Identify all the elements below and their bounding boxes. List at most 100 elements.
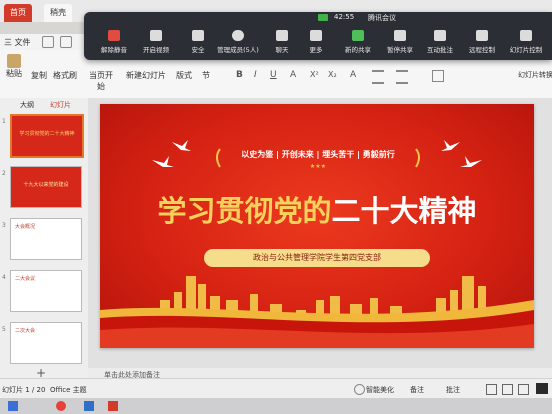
subscript-icon[interactable]: X₂ bbox=[328, 70, 337, 79]
copy-label: 复制 bbox=[31, 71, 47, 80]
bold-icon[interactable]: B bbox=[236, 70, 243, 80]
new-slide-button[interactable]: 新建幻灯片 bbox=[124, 70, 168, 81]
slide-number: 3 bbox=[2, 222, 6, 229]
paste-button[interactable]: 粘贴 bbox=[4, 54, 24, 79]
laurel-left-icon bbox=[216, 148, 221, 168]
slogan-item: 埋头苦干 bbox=[322, 150, 355, 159]
reading-view-icon[interactable] bbox=[518, 384, 529, 395]
security-button[interactable]: 安全 bbox=[178, 30, 218, 54]
chat-icon bbox=[276, 30, 288, 41]
slide-title: 学习贯彻党的二十大精神 bbox=[130, 188, 504, 230]
italic-icon[interactable]: I bbox=[254, 70, 257, 80]
line-spacing-icon[interactable] bbox=[396, 70, 408, 84]
slide-control-button[interactable]: 幻灯片控制 bbox=[504, 30, 548, 54]
current-slide[interactable]: 以史为鉴 | 开创未来 | 埋头苦干 | 勇毅前行 ★★★ 学习贯彻党的二十大精… bbox=[100, 104, 534, 348]
pause-share-button[interactable]: 暂停共享 bbox=[380, 30, 420, 54]
tab-outline[interactable]: 大纲 bbox=[20, 100, 34, 110]
start-video-button[interactable]: 开启视频 bbox=[136, 30, 176, 54]
normal-view-icon[interactable] bbox=[486, 384, 497, 395]
tab-home[interactable]: 首页 bbox=[4, 4, 32, 22]
slide-thumbnail[interactable]: 学习贯彻党的二十大精神 bbox=[10, 114, 84, 158]
meeting-timer: 42:55 bbox=[334, 13, 355, 21]
share-icon bbox=[352, 30, 364, 41]
save-icon[interactable] bbox=[42, 36, 54, 48]
start-video-label: 开启视频 bbox=[143, 46, 169, 54]
title-part-white: 二十大精神 bbox=[331, 194, 477, 228]
thumbnail-title: 二次大会 bbox=[15, 328, 36, 334]
tab-draft[interactable]: 稍壳 bbox=[44, 4, 72, 22]
meeting-toolbar: 42:55 腾讯会议 解除静音 开启视频 安全 管理成员(5人) 聊天 更多 新… bbox=[84, 12, 552, 60]
slogan-item: 以史为鉴 bbox=[241, 150, 274, 159]
slide-thumbnail[interactable]: 大会概况 bbox=[10, 218, 82, 260]
more-label: 更多 bbox=[309, 46, 323, 54]
slide-counter: 幻灯片 1 / 20 bbox=[2, 386, 46, 394]
remote-control-button[interactable]: 远程控制 bbox=[462, 30, 502, 54]
tab-slides[interactable]: 幻灯片 bbox=[50, 100, 71, 110]
new-share-button[interactable]: 新的共享 bbox=[338, 30, 378, 54]
section-button[interactable]: 节 bbox=[200, 70, 212, 81]
sorter-view-icon[interactable] bbox=[502, 384, 513, 395]
slogan-row: 以史为鉴 | 开创未来 | 埋头苦干 | 勇毅前行 bbox=[241, 150, 395, 159]
slide-transition-button[interactable]: 幻灯片转换 bbox=[518, 70, 552, 80]
annotate-label: 互动批注 bbox=[427, 46, 453, 54]
section-label: 节 bbox=[202, 71, 210, 80]
annotate-button[interactable]: 互动批注 bbox=[420, 30, 460, 54]
dove-icon bbox=[172, 140, 191, 151]
underline-icon[interactable]: U bbox=[270, 70, 277, 80]
thumbnail-title: 十九大以来党的建设 bbox=[23, 182, 69, 188]
slide-thumbnail[interactable]: 十九大以来党的建设 bbox=[10, 166, 82, 208]
microphone-muted-icon bbox=[108, 30, 120, 41]
slide-control-icon bbox=[520, 30, 532, 41]
from-current-label: 当页开始 bbox=[89, 71, 113, 91]
chrome-icon[interactable] bbox=[56, 401, 66, 411]
manage-members-button[interactable]: 管理成员(5人) bbox=[214, 30, 262, 54]
start-menu-icon[interactable] bbox=[8, 401, 18, 411]
slide-number: 5 bbox=[2, 326, 6, 333]
paste-icon bbox=[7, 54, 21, 68]
file-menu[interactable]: 三 文件 bbox=[4, 37, 31, 48]
security-label: 安全 bbox=[191, 46, 205, 54]
slide-subtitle: 政治与公共管理学院学生第四党支部 bbox=[204, 249, 430, 267]
thumbnail-title: 二大会议 bbox=[15, 276, 36, 282]
thumbnail-title: 大会概况 bbox=[15, 224, 36, 230]
wps-icon[interactable] bbox=[108, 401, 118, 411]
slogan-item: 开创未来 bbox=[281, 150, 314, 159]
slide-number: 1 bbox=[2, 118, 6, 125]
slide-thumbnail[interactable]: 二大会议 bbox=[10, 270, 82, 312]
slideshow-icon[interactable] bbox=[536, 383, 548, 394]
manage-members-label: 管理成员(5人) bbox=[217, 46, 259, 54]
folder-icon[interactable] bbox=[60, 36, 72, 48]
text-highlight-icon[interactable]: A bbox=[350, 70, 356, 80]
video-off-icon bbox=[150, 30, 162, 41]
dove-icon bbox=[460, 156, 482, 167]
slide-thumbnail-panel: 大纲 幻灯片 1 学习贯彻党的二十大精神 2 十九大以来党的建设 3 大会概况 … bbox=[0, 98, 89, 380]
format-painter-button[interactable]: 格式刷 bbox=[52, 70, 78, 81]
align-icon[interactable] bbox=[372, 70, 384, 84]
comments-toggle[interactable]: 批注 bbox=[446, 385, 460, 395]
slide-transition-label: 幻灯片转换 bbox=[518, 71, 552, 79]
os-taskbar bbox=[0, 398, 552, 414]
textbox-icon[interactable] bbox=[432, 70, 444, 82]
notes-toggle[interactable]: 备注 bbox=[410, 385, 424, 395]
smart-beautify-icon bbox=[354, 384, 365, 395]
unmute-button[interactable]: 解除静音 bbox=[94, 30, 134, 54]
slide-number: 2 bbox=[2, 170, 6, 177]
copy-button[interactable]: 复制 bbox=[30, 70, 48, 81]
app-icon[interactable] bbox=[84, 401, 94, 411]
layout-button[interactable]: 版式 bbox=[174, 70, 194, 81]
superscript-icon[interactable]: X² bbox=[310, 70, 319, 79]
unmute-label: 解除静音 bbox=[101, 46, 127, 54]
dove-icon bbox=[441, 140, 460, 151]
slide-thumbnail[interactable]: 二次大会 bbox=[10, 322, 82, 364]
chat-label: 聊天 bbox=[275, 46, 289, 54]
meeting-title: 腾讯会议 bbox=[368, 14, 396, 22]
thumbnail-title: 学习贯彻党的二十大精神 bbox=[19, 131, 75, 137]
layout-label: 版式 bbox=[176, 71, 192, 80]
font-color-icon[interactable]: A bbox=[290, 70, 296, 80]
pause-share-label: 暂停共享 bbox=[387, 46, 413, 54]
smart-beautify-button[interactable]: 智能美化 bbox=[366, 385, 394, 395]
from-current-button[interactable]: 当页开始 bbox=[86, 70, 116, 92]
status-bar: 幻灯片 1 / 20 Office 主题 智能美化 备注 批注 bbox=[0, 378, 552, 399]
more-button[interactable]: 更多 bbox=[296, 30, 336, 54]
slogan-item: 勇毅前行 bbox=[362, 150, 395, 159]
